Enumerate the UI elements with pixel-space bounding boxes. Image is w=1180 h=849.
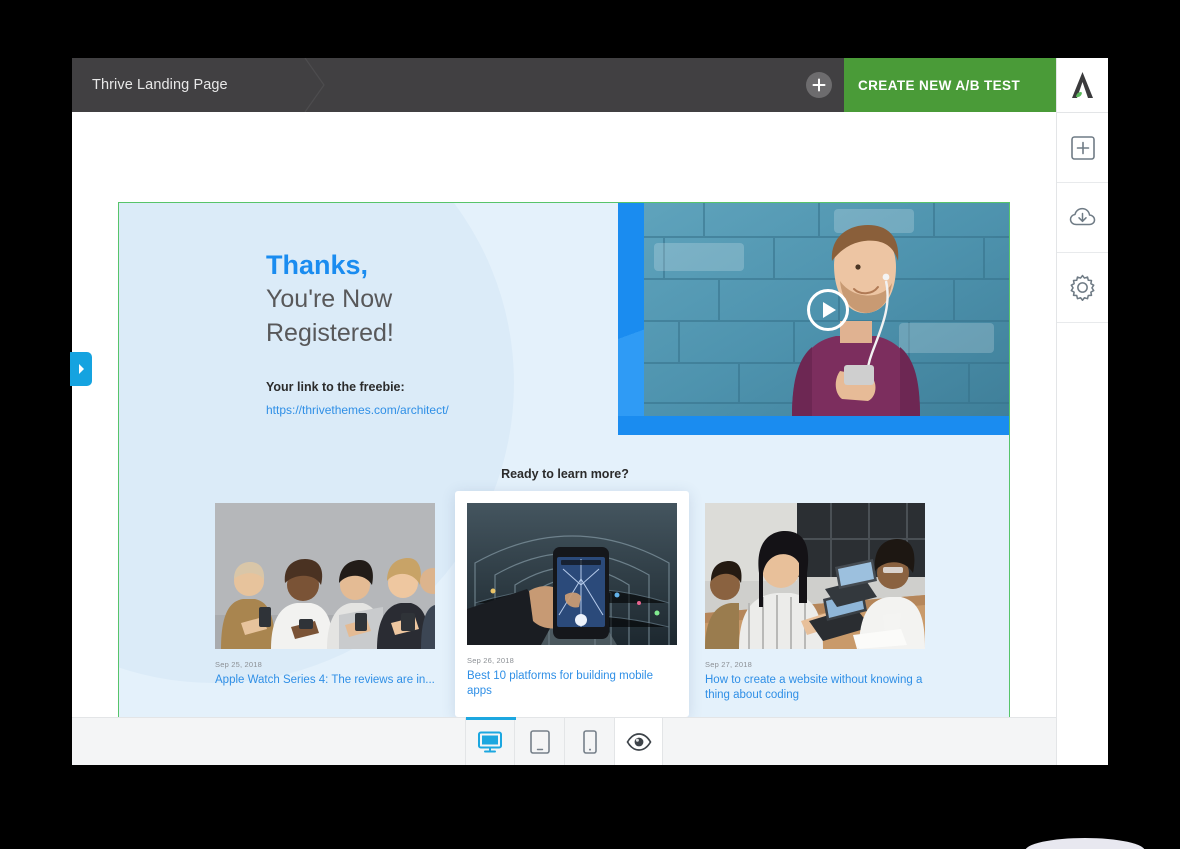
create-ab-test-label: CREATE NEW A/B TEST [858, 78, 1020, 93]
screenshot-stage: Thrive Landing Page CREATE NEW A/B TEST [0, 0, 1180, 849]
video-accent-bottom [618, 416, 1010, 435]
sidebar-item-add-element[interactable] [1057, 113, 1108, 183]
post-date: Sep 27, 2018 [705, 660, 925, 669]
related-posts-row: Sep 25, 2018 Apple Watch Series 4: The r… [119, 495, 1010, 725]
hero-video[interactable] [618, 203, 1010, 435]
breadcrumb-label: Thrive Landing Page [92, 77, 228, 93]
tablet-view-button[interactable] [515, 718, 565, 765]
headline-line-2: Registered! [266, 316, 566, 350]
sidebar-item-settings[interactable] [1057, 253, 1108, 323]
post-card[interactable]: Sep 27, 2018 How to create a website wit… [705, 503, 925, 703]
sidebar-item-save-template[interactable] [1057, 183, 1108, 253]
add-element-icon [1070, 135, 1096, 161]
thrive-architect-window: Thrive Landing Page CREATE NEW A/B TEST [72, 58, 1108, 765]
post-title[interactable]: Apple Watch Series 4: The reviews are in… [215, 673, 435, 688]
post-date: Sep 25, 2018 [215, 660, 435, 669]
decorative-shadow-ellipse [1025, 838, 1145, 849]
desktop-icon [478, 731, 502, 753]
desktop-view-button[interactable] [465, 718, 515, 765]
video-thumbnail[interactable] [644, 203, 1010, 416]
mobile-view-button[interactable] [565, 718, 615, 765]
ready-to-learn-heading: Ready to learn more? [119, 467, 1010, 481]
post-thumbnail[interactable] [215, 503, 435, 649]
post-title[interactable]: Best 10 platforms for building mobile ap… [467, 669, 677, 699]
headline-line-1: You're Now [266, 282, 566, 316]
breadcrumb[interactable]: Thrive Landing Page [72, 58, 252, 112]
post-card[interactable]: Sep 26, 2018 Best 10 platforms for build… [455, 491, 689, 717]
plus-icon[interactable] [806, 72, 832, 98]
top-toolbar: Thrive Landing Page CREATE NEW A/B TEST [72, 58, 1108, 112]
mobile-icon [583, 730, 597, 754]
preview-page-button[interactable] [615, 718, 663, 765]
freebie-link[interactable]: https://thrivethemes.com/architect/ [266, 403, 566, 417]
gear-icon [1069, 274, 1096, 301]
sidebar-toggle-tab[interactable] [70, 352, 92, 386]
eye-icon [626, 733, 652, 751]
post-card[interactable]: Sep 25, 2018 Apple Watch Series 4: The r… [215, 503, 435, 688]
post-thumbnail[interactable] [467, 503, 677, 645]
landing-page-preview[interactable]: Thanks, You're Now Registered! Your link… [118, 202, 1010, 740]
post-date: Sep 26, 2018 [467, 656, 677, 665]
device-preview-toolbar [72, 717, 1056, 765]
breadcrumb-chevron-divider [304, 58, 332, 112]
tablet-icon [530, 730, 550, 754]
play-icon[interactable] [807, 289, 849, 331]
hero-text-block[interactable]: Thanks, You're Now Registered! Your link… [266, 248, 566, 417]
right-sidebar [1056, 58, 1108, 765]
thrive-architect-logo[interactable] [1057, 58, 1108, 113]
post-title[interactable]: How to create a website without knowing … [705, 673, 925, 703]
create-ab-test-button[interactable]: CREATE NEW A/B TEST [844, 58, 1056, 112]
headline-accent: Thanks, [266, 248, 566, 282]
post-thumbnail[interactable] [705, 503, 925, 649]
chevron-right-icon [77, 363, 85, 375]
freebie-label: Your link to the freebie: [266, 380, 566, 394]
cloud-download-icon [1068, 205, 1098, 231]
editor-canvas: Thanks, You're Now Registered! Your link… [72, 112, 1056, 765]
